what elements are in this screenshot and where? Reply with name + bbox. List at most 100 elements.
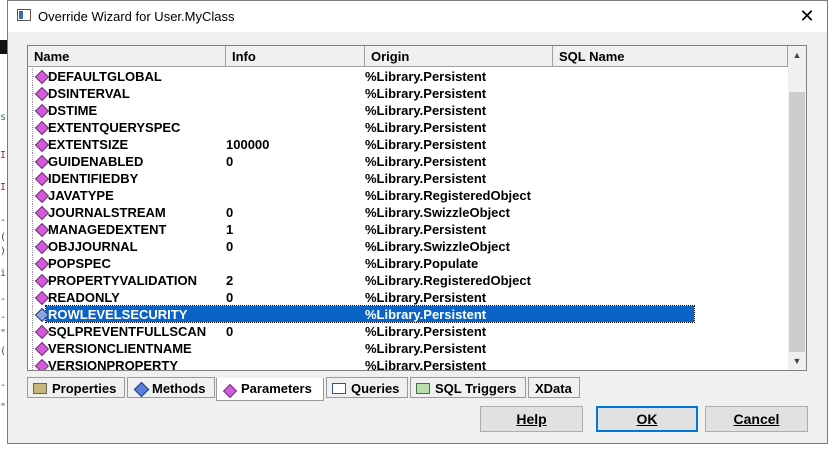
queries-icon — [332, 383, 346, 394]
table-row[interactable]: PROPERTYVALIDATION 2 %Library.RegisteredOb… — [28, 272, 788, 289]
origin-cell: %Library.Persistent — [365, 358, 487, 371]
origin-cell: %Library.Persistent — [365, 137, 487, 152]
scrollbar-thumb[interactable] — [789, 92, 805, 352]
tab-methods[interactable]: Methods — [127, 377, 215, 398]
name-cell: DEFAULTGLOBAL — [48, 69, 162, 84]
tab-label: SQL Triggers — [435, 381, 517, 396]
origin-cell: %Library.Persistent — [365, 86, 487, 101]
table-row[interactable]: GUIDENABLED 0 %Library.Persistent — [28, 153, 788, 170]
origin-cell: %Library.Persistent — [365, 222, 487, 237]
background-code-mark: ( — [0, 232, 7, 243]
background-code-mark: ( — [0, 346, 7, 357]
name-cell: GUIDENABLED — [48, 154, 144, 169]
background-code-mark: - — [0, 380, 7, 391]
sql-triggers-icon — [416, 383, 430, 394]
window-icon — [17, 9, 31, 21]
scroll-down-icon[interactable]: ▼ — [788, 352, 806, 370]
table-row[interactable]: DSTIME %Library.Persistent — [28, 102, 788, 119]
background-code-mark: I — [0, 182, 7, 193]
column-header-origin[interactable]: Origin — [365, 46, 553, 66]
origin-cell: %Library.Populate — [365, 256, 479, 271]
background-code-mark: ) — [0, 246, 7, 257]
background-code-mark: - — [0, 294, 7, 305]
table-row[interactable]: OBJJOURNAL 0 %Library.SwizzleObject — [28, 238, 788, 255]
info-cell: 0 — [226, 290, 234, 305]
info-cell: 0 — [226, 205, 234, 220]
origin-cell: %Library.SwizzleObject — [365, 239, 510, 254]
info-cell: 1 — [226, 222, 234, 237]
table-row[interactable]: EXTENTSIZE 100000 %Library.Persistent — [28, 136, 788, 153]
name-cell: SQLPREVENTFULLSCAN — [48, 324, 207, 339]
table-row[interactable]: DEFAULTGLOBAL %Library.Persistent — [28, 68, 788, 85]
info-cell: 2 — [226, 273, 234, 288]
origin-cell: %Library.Persistent — [365, 103, 487, 118]
origin-cell: %Library.Persistent — [365, 307, 487, 322]
name-cell: EXTENTQUERYSPEC — [48, 120, 181, 135]
origin-cell: %Library.Persistent — [365, 324, 487, 339]
list-header: Name Info Origin SQL Name — [28, 46, 788, 67]
tab-sql-triggers[interactable]: SQL Triggers — [410, 377, 526, 398]
name-cell: PROPERTYVALIDATION — [48, 273, 198, 288]
name-cell: JAVATYPE — [48, 188, 114, 203]
cancel-button[interactable]: Cancel — [705, 406, 808, 432]
tab-xdata[interactable]: XData — [528, 377, 580, 398]
background-code-mark: i — [0, 268, 7, 279]
table-row[interactable]: IDENTIFIEDBY %Library.Persistent — [28, 170, 788, 187]
help-button[interactable]: Help — [480, 406, 583, 432]
table-row[interactable]: VERSIONPROPERTY %Library.Persistent — [28, 357, 788, 371]
title-bar[interactable]: Override Wizard for User.MyClass ✕ — [8, 1, 827, 32]
table-row[interactable]: MANAGEDEXTENT 1 %Library.Persistent — [28, 221, 788, 238]
tab-queries[interactable]: Queries — [326, 377, 408, 398]
methods-icon — [133, 381, 150, 398]
name-cell: DSINTERVAL — [48, 86, 130, 101]
background-code-mark: " — [0, 402, 7, 413]
table-row[interactable]: JAVATYPE %Library.RegisteredObject — [28, 187, 788, 204]
origin-cell: %Library.RegisteredObject — [365, 273, 531, 288]
origin-cell: %Library.Persistent — [365, 341, 487, 356]
close-button[interactable]: ✕ — [793, 3, 821, 29]
name-cell: VERSIONPROPERTY — [48, 358, 179, 371]
column-header-sql-name[interactable]: SQL Name — [553, 46, 788, 66]
table-row[interactable]: POPSPEC %Library.Populate — [28, 255, 788, 272]
ok-button[interactable]: OK — [596, 406, 698, 432]
tab-label: Queries — [351, 381, 400, 396]
info-cell: 100000 — [226, 137, 270, 152]
name-cell: IDENTIFIEDBY — [48, 171, 139, 186]
tab-label: Properties — [52, 381, 117, 396]
origin-cell: %Library.Persistent — [365, 154, 487, 169]
info-cell: 0 — [226, 239, 234, 254]
name-cell: EXTENTSIZE — [48, 137, 129, 152]
table-row[interactable]: DSINTERVAL %Library.Persistent — [28, 85, 788, 102]
table-row[interactable]: VERSIONCLIENTNAME %Library.Persistent — [28, 340, 788, 357]
table-row[interactable]: EXTENTQUERYSPEC %Library.Persistent — [28, 119, 788, 136]
name-cell: JOURNALSTREAM — [48, 205, 166, 220]
table-row[interactable]: SQLPREVENTFULLSCAN 0 %Library.Persistent — [28, 323, 788, 340]
table-row[interactable]: READONLY 0 %Library.Persistent — [28, 289, 788, 306]
column-header-info[interactable]: Info — [226, 46, 365, 66]
parameters-icon — [222, 383, 238, 399]
tab-parameters[interactable]: Parameters — [216, 378, 324, 401]
table-row-selected[interactable]: ROWLEVELSECURITY %Library.Persistent — [28, 305, 788, 323]
origin-cell: %Library.SwizzleObject — [365, 205, 510, 220]
vertical-scrollbar[interactable]: ▲ ▼ — [788, 46, 806, 370]
background-editor-block — [0, 40, 7, 54]
properties-icon — [33, 383, 47, 394]
parameter-list[interactable]: Name Info Origin SQL Name DEFAULTGLOBAL%… — [27, 45, 807, 371]
tab-properties[interactable]: Properties — [27, 377, 125, 398]
background-code-mark: - — [0, 215, 7, 226]
origin-cell: %Library.Persistent — [365, 171, 487, 186]
origin-cell: %Library.Persistent — [365, 290, 487, 305]
dialog-title: Override Wizard for User.MyClass — [38, 9, 235, 24]
tab-label: Parameters — [241, 381, 312, 396]
table-row[interactable]: JOURNALSTREAM 0 %Library.SwizzleObject — [28, 204, 788, 221]
name-cell: MANAGEDEXTENT — [48, 222, 167, 237]
background-code-mark: - — [0, 312, 7, 323]
name-cell: OBJJOURNAL — [48, 239, 138, 254]
origin-cell: %Library.RegisteredObject — [365, 188, 531, 203]
column-header-name[interactable]: Name — [28, 46, 226, 66]
background-code-mark: " — [0, 328, 7, 339]
name-cell: VERSIONCLIENTNAME — [48, 341, 192, 356]
ok-button-label: OK — [636, 411, 658, 427]
info-cell: 0 — [226, 324, 234, 339]
scroll-up-icon[interactable]: ▲ — [788, 46, 806, 64]
